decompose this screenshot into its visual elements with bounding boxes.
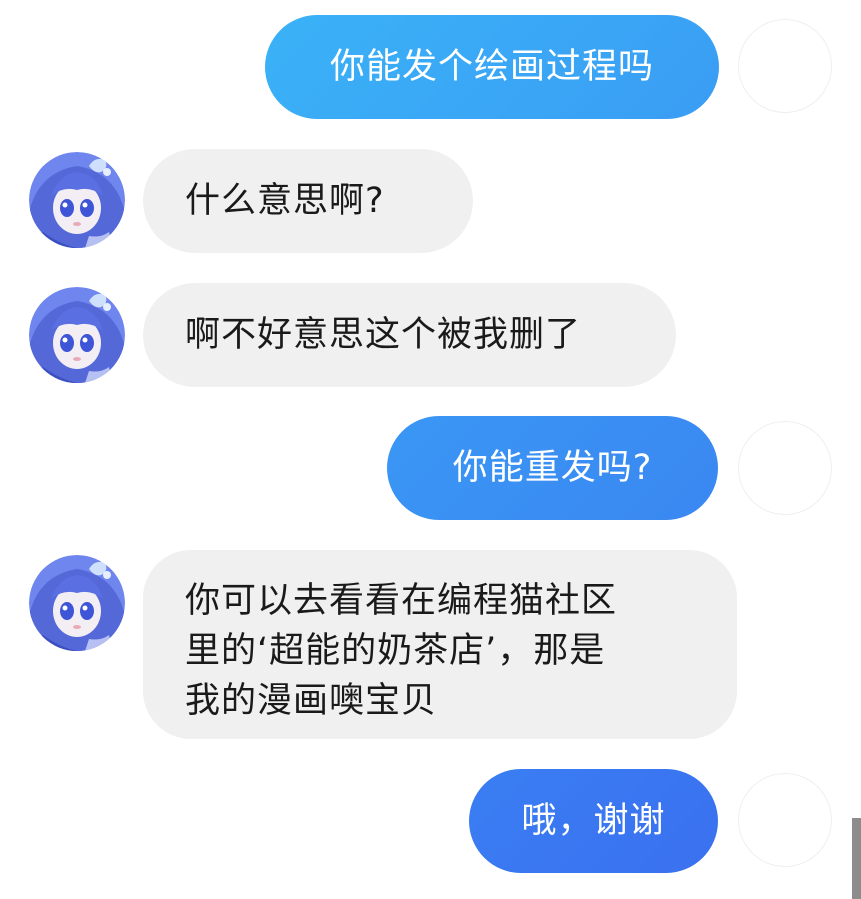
message-line: 里的‘超能的奶茶店’，那是 [185,631,606,671]
scrollbar-thumb[interactable] [852,818,861,899]
incoming-message-bubble[interactable]: 啊不好意思这个被我删了 [143,283,676,387]
self-avatar[interactable] [738,421,832,515]
contact-avatar[interactable] [29,287,125,383]
outgoing-message-bubble[interactable]: 哦，谢谢 [469,769,718,873]
contact-avatar[interactable] [29,555,125,651]
outgoing-message-bubble[interactable]: 你能重发吗? [387,416,718,520]
incoming-message-bubble[interactable]: 你可以去看看在编程猫社区 里的‘超能的奶茶店’，那是 我的漫画噢宝贝 [143,550,737,739]
message-line: 我的漫画噢宝贝 [185,681,438,721]
outgoing-message-bubble[interactable]: 你能发个绘画过程吗 [265,15,719,119]
self-avatar[interactable] [738,19,832,113]
incoming-message-bubble[interactable]: 什么意思啊? [143,149,473,253]
self-avatar[interactable] [738,773,832,867]
contact-avatar[interactable] [29,152,125,248]
message-line: 你可以去看看在编程猫社区 [185,581,618,621]
